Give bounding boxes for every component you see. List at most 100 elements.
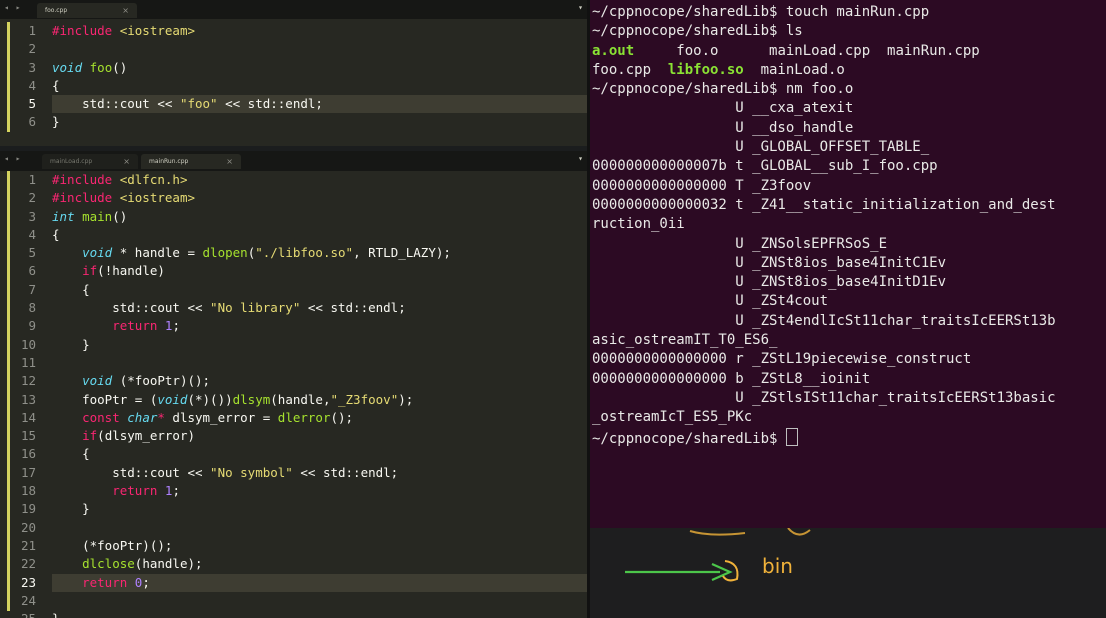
code-line[interactable]: fooPtr = (void(*)())dlsym(handle,"_Z3foo… — [52, 391, 587, 409]
code-line[interactable]: } — [52, 610, 587, 618]
code-area[interactable]: #include <dlfcn.h> #include <iostream> int… — [52, 171, 587, 618]
code-token: (*fooPtr)(); — [52, 537, 173, 553]
code-line[interactable]: return 1; — [52, 317, 587, 335]
code-line[interactable]: #include <dlfcn.h> — [52, 171, 587, 189]
code-line[interactable]: { — [52, 445, 587, 463]
line-number: 16 — [20, 446, 36, 462]
code-token: (!handle) — [97, 263, 165, 279]
tab-nav-icons[interactable]: ◂ ▸ — [4, 154, 21, 163]
editor-bottom-tabbar: ◂ ▸ mainLoad.cpp × mainRun.cpp × ▾ — [0, 151, 587, 171]
chevron-down-icon[interactable]: ▾ — [578, 3, 583, 12]
code-token: (handle, — [270, 391, 331, 407]
tab-label: mainLoad.cpp — [50, 158, 93, 165]
terminal-line: U __cxa_atexit — [592, 99, 1106, 118]
tab-mainrun-cpp[interactable]: mainRun.cpp × — [141, 154, 241, 169]
code-line[interactable]: const char* dlsym_error = dlerror(); — [52, 409, 587, 427]
code-line[interactable] — [52, 354, 587, 372]
terminal-line: a.out foo.o mainLoad.cpp mainRun.cpp — [592, 42, 1106, 61]
editor-bottom-pane[interactable]: ◂ ▸ mainLoad.cpp × mainRun.cpp × ▾ 12345… — [0, 151, 587, 618]
code-line[interactable]: std::cout << "No library" << std::endl; — [52, 299, 587, 317]
code-token: return — [112, 483, 165, 499]
code-line[interactable]: } — [52, 500, 587, 518]
partial-scribble-right — [787, 528, 811, 536]
code-line[interactable]: void (*fooPtr)(); — [52, 372, 587, 390]
code-token: #include — [52, 23, 120, 38]
line-number: 18 — [20, 483, 36, 499]
code-line[interactable]: #include <iostream> — [52, 189, 587, 207]
code-line[interactable]: #include <iostream> — [52, 22, 587, 40]
code-area[interactable]: #include <iostream>void foo(){ std::cout… — [52, 22, 587, 132]
code-token: #include — [52, 172, 120, 187]
terminal-line: U _ZSt4endlIcSt11char_traitsIcEERSt13b — [592, 312, 1106, 331]
code-token: << std::endl; — [217, 96, 323, 112]
code-line[interactable]: std::cout << "No symbol" << std::endl; — [52, 464, 587, 482]
code-line[interactable]: void foo() — [52, 59, 587, 77]
line-number: 15 — [20, 428, 36, 444]
code-token: foo — [89, 59, 113, 75]
line-number: 4 — [28, 77, 36, 93]
close-icon[interactable]: × — [226, 154, 233, 169]
line-number: 8 — [28, 300, 36, 316]
terminal-text: mainLoad.o — [743, 61, 845, 78]
code-line[interactable]: { — [52, 226, 587, 244]
line-number: 23 — [20, 574, 36, 590]
terminal-line: 0000000000000032 t _Z41__static_initiali… — [592, 196, 1106, 215]
line-number: 9 — [28, 318, 36, 334]
line-number: 1 — [28, 172, 36, 187]
terminal-text: 0000000000000032 t _Z41__static_initiali… — [592, 196, 1056, 213]
terminal-line: ~/cppnocope/sharedLib$ ls — [592, 22, 1106, 41]
line-number-gutter: 1234567891011121314151617181920212223242… — [0, 171, 40, 618]
terminal-text: ~/cppnocope/sharedLib$ nm foo.o — [592, 81, 854, 98]
code-token: dlclose — [82, 556, 135, 572]
tab-foo-cpp[interactable]: foo.cpp × — [37, 3, 137, 18]
code-line[interactable]: return 1; — [52, 482, 587, 500]
terminal-text: U __cxa_atexit — [592, 100, 854, 117]
code-token: } — [52, 501, 90, 517]
terminal-text: 0000000000000000 T _Z3foov — [592, 177, 812, 194]
terminal-line: asic_ostreamIT_T0_ES6_ — [592, 331, 1106, 350]
terminal-window[interactable]: ~/cppnocope/sharedLib$ touch mainRun.cpp… — [590, 0, 1106, 528]
code-line[interactable]: void * handle = dlopen("./libfoo.so", RT… — [52, 244, 587, 262]
code-token: fooPtr = ( — [52, 391, 158, 407]
code-line[interactable]: (*fooPtr)(); — [52, 537, 587, 555]
code-line[interactable]: dlclose(handle); — [52, 555, 587, 573]
terminal-line: ~/cppnocope/sharedLib$ touch mainRun.cpp — [592, 3, 1106, 22]
code-line[interactable]: } — [52, 113, 587, 131]
code-line[interactable]: if(dlsym_error) — [52, 427, 587, 445]
terminal-text: U __dso_handle — [592, 119, 854, 136]
code-line[interactable]: int main() — [52, 208, 587, 226]
line-number: 6 — [28, 114, 36, 130]
code-token: main — [82, 208, 113, 224]
code-token: dlerror — [277, 409, 331, 425]
chevron-down-icon[interactable]: ▾ — [578, 154, 583, 163]
tab-nav-icons[interactable]: ◂ ▸ — [4, 3, 21, 12]
code-line[interactable]: if(!handle) — [52, 262, 587, 280]
code-line[interactable]: } — [52, 336, 587, 354]
code-line[interactable] — [52, 519, 587, 537]
code-line[interactable]: { — [52, 281, 587, 299]
code-token: <iostream> — [119, 23, 195, 38]
close-icon[interactable]: × — [123, 154, 130, 169]
terminal-text: foo.o mainLoad.cpp mainRun.cpp — [634, 42, 980, 59]
code-token: () — [112, 59, 128, 75]
code-line[interactable] — [52, 40, 587, 58]
code-line[interactable] — [52, 592, 587, 610]
code-line[interactable]: { — [52, 77, 587, 95]
code-line[interactable]: return 0; — [52, 573, 587, 592]
code-token: << std::endl; — [300, 300, 406, 316]
code-line[interactable]: std::cout << "foo" << std::endl; — [52, 95, 587, 114]
terminal-line: 0000000000000000 r _ZStL19piecewise_cons… — [592, 350, 1106, 369]
line-number: 10 — [20, 336, 36, 352]
code-token: <iostream> — [119, 190, 195, 206]
code-token: (dlsym_error) — [97, 428, 196, 444]
terminal-line: U _ZStlsISt11char_traitsIcEERSt13basic — [592, 389, 1106, 408]
code-token: std::cout << — [52, 300, 211, 316]
close-icon[interactable]: × — [122, 3, 129, 18]
terminal-line: foo.cpp libfoo.so mainLoad.o — [592, 61, 1106, 80]
tab-mainload-cpp[interactable]: mainLoad.cpp × — [42, 154, 138, 169]
line-number: 7 — [28, 281, 36, 297]
code-token: (*)()) — [187, 391, 233, 407]
editor-top-pane[interactable]: ◂ ▸ foo.cpp × ▾ 1 2 3 4 5 6 #include <iostrea… — [0, 0, 587, 146]
